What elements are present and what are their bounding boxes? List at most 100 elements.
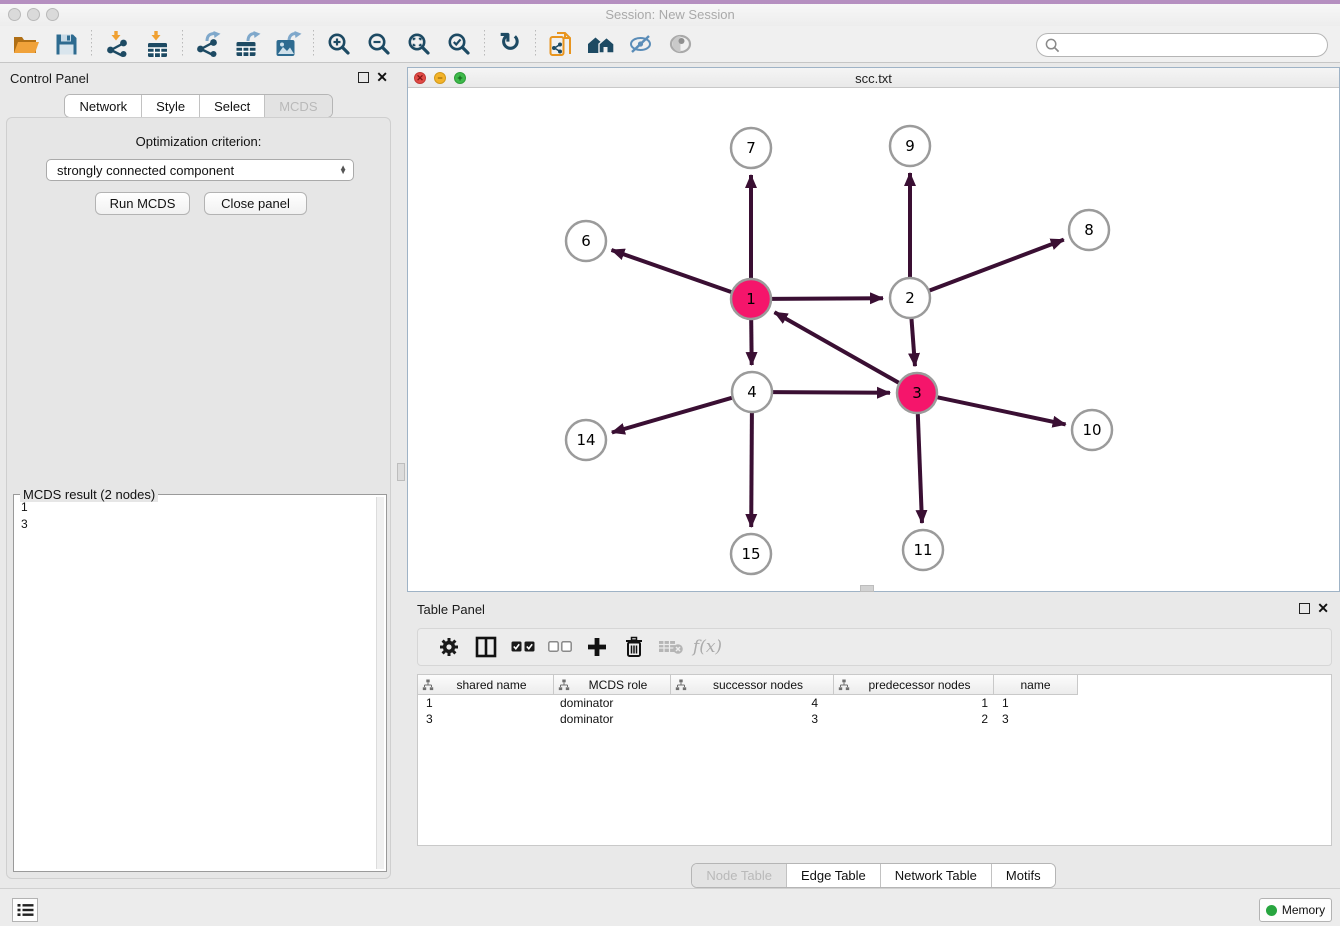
float-table-panel-icon[interactable] bbox=[1299, 603, 1310, 614]
graph-edge-4-14[interactable] bbox=[612, 398, 732, 433]
column-header-name[interactable]: name bbox=[994, 675, 1078, 695]
import-network-button[interactable] bbox=[97, 28, 137, 60]
tab-mcds[interactable]: MCDS bbox=[265, 95, 331, 117]
graph-node-4[interactable]: 4 bbox=[732, 372, 772, 412]
graph-edge-2-3[interactable] bbox=[912, 319, 916, 366]
graph-node-2[interactable]: 2 bbox=[890, 278, 930, 318]
graph-node-3[interactable]: 3 bbox=[897, 373, 937, 413]
graph-node-10[interactable]: 10 bbox=[1072, 410, 1112, 450]
node-table[interactable]: shared name MCDS role bbox=[417, 674, 1332, 846]
mcds-result-text[interactable]: 1 3 bbox=[16, 499, 374, 869]
column-header-predecessor-nodes[interactable]: predecessor nodes bbox=[834, 675, 994, 695]
table-row[interactable]: 3 dominator 3 2 3 bbox=[418, 711, 1331, 727]
zoom-fit-icon bbox=[407, 32, 431, 56]
clone-network-button[interactable] bbox=[541, 28, 581, 60]
graph-edge-3-10[interactable] bbox=[938, 397, 1066, 424]
tab-motifs[interactable]: Motifs bbox=[992, 864, 1055, 887]
network-graph[interactable]: 1 2 3 4 6 7 8 9 10 11 14 15 bbox=[408, 88, 1339, 591]
zoom-in-button[interactable] bbox=[319, 28, 359, 60]
table-toolbar: f(x) bbox=[417, 628, 1332, 666]
control-panel-title: Control Panel bbox=[10, 71, 89, 86]
export-table-button[interactable] bbox=[228, 28, 268, 60]
hide-panel-button[interactable] bbox=[621, 28, 661, 60]
close-table-panel-icon[interactable]: ✕ bbox=[1317, 601, 1329, 615]
table-row[interactable]: 1 dominator 4 1 1 bbox=[418, 695, 1331, 711]
delete-table-button[interactable] bbox=[652, 632, 689, 662]
unchecked-boxes-icon bbox=[548, 641, 572, 653]
panel-splitter-handle[interactable] bbox=[397, 463, 405, 481]
column-header-mcds-role[interactable]: MCDS role bbox=[554, 675, 671, 695]
search-input[interactable] bbox=[1060, 38, 1319, 53]
graph-edge-3-1[interactable] bbox=[775, 312, 899, 382]
run-mcds-button[interactable]: Run MCDS bbox=[95, 192, 190, 215]
export-image-button[interactable] bbox=[268, 28, 308, 60]
window-title: Session: New Session bbox=[0, 7, 1340, 22]
tab-node-table[interactable]: Node Table bbox=[692, 864, 787, 887]
zoom-out-button[interactable] bbox=[359, 28, 399, 60]
graph-edge-4-15[interactable] bbox=[751, 413, 752, 527]
network-window-title: scc.txt bbox=[408, 71, 1339, 86]
column-header-shared-name[interactable]: shared name bbox=[418, 675, 554, 695]
toolbar-separator bbox=[535, 30, 536, 58]
import-table-button[interactable] bbox=[137, 28, 177, 60]
tab-select[interactable]: Select bbox=[200, 95, 265, 117]
show-panel-button[interactable] bbox=[661, 28, 701, 60]
tab-network-table[interactable]: Network Table bbox=[881, 864, 992, 887]
zoom-fit-button[interactable] bbox=[399, 28, 439, 60]
unselect-all-columns-button[interactable] bbox=[541, 632, 578, 662]
fx-icon: f(x) bbox=[693, 637, 722, 657]
graph-node-8[interactable]: 8 bbox=[1069, 210, 1109, 250]
delete-column-button[interactable] bbox=[615, 632, 652, 662]
add-column-button[interactable] bbox=[578, 632, 615, 662]
tab-style[interactable]: Style bbox=[142, 95, 200, 117]
memory-button[interactable]: Memory bbox=[1259, 898, 1332, 922]
table-panel-title: Table Panel bbox=[417, 602, 485, 617]
zoom-in-icon bbox=[327, 32, 351, 56]
function-builder-button[interactable]: f(x) bbox=[689, 632, 726, 662]
graph-node-9[interactable]: 9 bbox=[890, 126, 930, 166]
export-network-button[interactable] bbox=[188, 28, 228, 60]
graph-edge-1-4[interactable] bbox=[751, 320, 752, 365]
application-window: Session: New Session bbox=[0, 0, 1340, 926]
graph-edge-1-2[interactable] bbox=[772, 298, 883, 299]
network-resize-handle[interactable] bbox=[860, 585, 874, 592]
mcds-result-scrollbar[interactable] bbox=[376, 497, 384, 869]
graph-edge-3-11[interactable] bbox=[918, 414, 922, 523]
select-all-columns-button[interactable] bbox=[504, 632, 541, 662]
svg-text:6: 6 bbox=[581, 232, 591, 250]
tab-network[interactable]: Network bbox=[65, 95, 142, 117]
main-toolbar: ↻ bbox=[0, 26, 1340, 63]
table-panel-header: Table Panel ✕ bbox=[407, 594, 1340, 622]
home-layout-button[interactable] bbox=[581, 28, 621, 60]
task-history-button[interactable] bbox=[12, 898, 38, 922]
graph-node-11[interactable]: 11 bbox=[903, 530, 943, 570]
tab-edge-table[interactable]: Edge Table bbox=[787, 864, 881, 887]
open-session-button[interactable] bbox=[6, 28, 46, 60]
toolbar-separator bbox=[91, 30, 92, 58]
graph-node-14[interactable]: 14 bbox=[566, 420, 606, 460]
refresh-icon: ↻ bbox=[499, 29, 521, 55]
save-session-button[interactable] bbox=[46, 28, 86, 60]
graph-edge-2-8[interactable] bbox=[930, 240, 1064, 291]
delete-table-icon bbox=[658, 638, 684, 656]
graph-edge-1-6[interactable] bbox=[612, 250, 732, 292]
table-options-button[interactable] bbox=[430, 632, 467, 662]
import-network-icon bbox=[106, 31, 129, 58]
tree-icon bbox=[422, 679, 434, 691]
graph-node-15[interactable]: 15 bbox=[731, 534, 771, 574]
graph-node-6[interactable]: 6 bbox=[566, 221, 606, 261]
refresh-view-button[interactable]: ↻ bbox=[490, 28, 530, 60]
float-panel-icon[interactable] bbox=[358, 72, 369, 83]
graph-node-7[interactable]: 7 bbox=[731, 128, 771, 168]
network-window-titlebar[interactable]: ✕ − + scc.txt bbox=[408, 68, 1339, 88]
close-panel-icon[interactable]: ✕ bbox=[376, 70, 388, 84]
graph-node-1[interactable]: 1 bbox=[731, 279, 771, 319]
search-box[interactable] bbox=[1036, 33, 1328, 57]
close-panel-button[interactable]: Close panel bbox=[204, 192, 307, 215]
export-network-icon bbox=[196, 31, 221, 57]
column-header-successor-nodes[interactable]: successor nodes bbox=[671, 675, 834, 695]
column-view-button[interactable] bbox=[467, 632, 504, 662]
criterion-select[interactable]: strongly connected component ▲▼ bbox=[46, 159, 354, 181]
zoom-selected-button[interactable] bbox=[439, 28, 479, 60]
graph-edge-4-3[interactable] bbox=[773, 392, 890, 393]
